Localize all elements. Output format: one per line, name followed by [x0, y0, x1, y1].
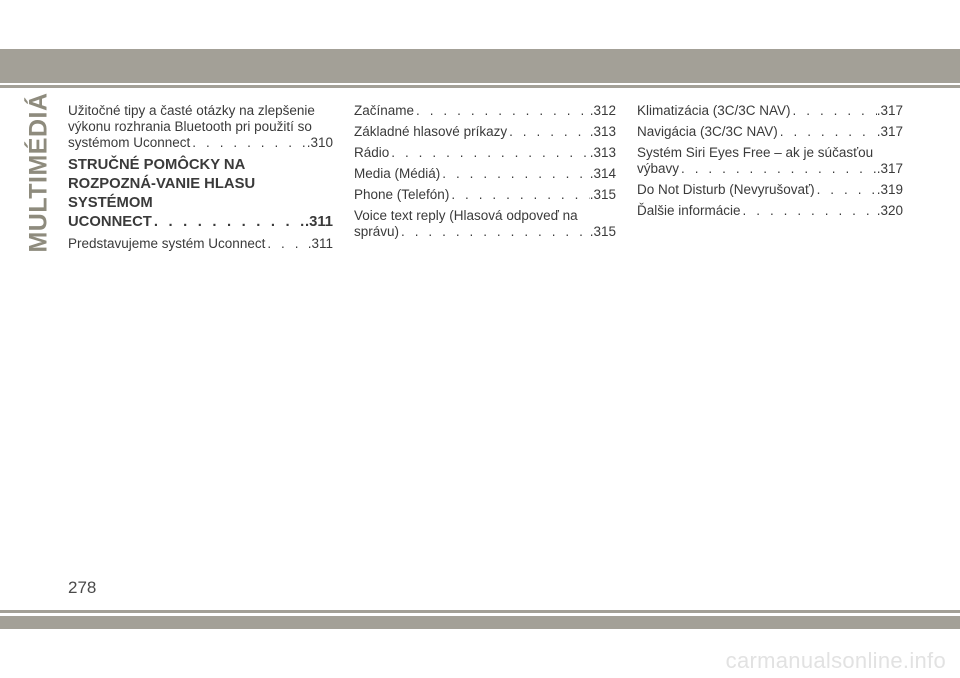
toc-entry-final-line: Navigácia (3C/3C NAV) . . . . . . . . . … [637, 124, 903, 140]
toc-entry-title-line: Užitočné tipy a časté otázky na zlepšeni… [68, 103, 315, 118]
toc-entry-final-line: Media (Médiá) . . . . . . . . . . . . . … [354, 166, 616, 182]
toc-entry-final-line: Phone (Telefón) . . . . . . . . . . . . … [354, 187, 616, 203]
toc-entry-title: Navigácia (3C/3C NAV) [637, 124, 778, 139]
toc-dot-leader: . . . . . . . . . . . . . . . . . . . . … [192, 135, 306, 150]
toc-entry-final-line: správu) . . . . . . . . . . . . . . . . … [354, 224, 616, 240]
toc-entry[interactable]: Media (Médiá) . . . . . . . . . . . . . … [354, 166, 616, 182]
section-side-tab-label: MULTIMÉDIÁ [24, 91, 53, 253]
toc-dot-leader: . . . . . . . . . . . . . . . . . . . . … [792, 103, 877, 118]
toc-dot-leader: . . . . . . . . . . . . . . . . . . . . … [816, 182, 877, 197]
toc-dot-leader: . . . . . . . . . . . . . . . . . . . . … [742, 203, 877, 218]
header-band [0, 49, 960, 83]
toc-entry-title-line: výkonu rozhrania Bluetooth pri použití s… [68, 119, 312, 134]
toc-page-ref: .317 [876, 103, 903, 118]
toc-entry[interactable]: Užitočné tipy a časté otázky na zlepšeni… [68, 103, 333, 151]
toc-page-ref: .317 [876, 124, 903, 139]
toc-entry-title: systémom Uconnect [68, 135, 191, 150]
header-rule [0, 85, 960, 88]
toc-page-ref: .315 [589, 187, 616, 202]
toc-entry-title: Phone (Telefón) [354, 187, 450, 202]
footer-band [0, 616, 960, 629]
toc-entry-final-line: výbavy . . . . . . . . . . . . . . . . .… [637, 161, 903, 177]
toc-entry-title: výbavy [637, 161, 680, 176]
toc-dot-leader: . . . . . . . . . . . . . . . . . . . . … [779, 124, 877, 139]
toc-entry[interactable]: Phone (Telefón) . . . . . . . . . . . . … [354, 187, 616, 203]
toc-column-2: Začíname . . . . . . . . . . . . . . . .… [354, 103, 616, 245]
toc-dot-leader: . . . . . . . . . . . . . . . . . . . . … [681, 161, 877, 176]
toc-page-ref: .320 [876, 203, 903, 218]
toc-column-3: Klimatizácia (3C/3C NAV) . . . . . . . .… [637, 103, 903, 224]
toc-page-ref: .317 [876, 161, 903, 176]
toc-entry-final-line: Začíname . . . . . . . . . . . . . . . .… [354, 103, 616, 119]
toc-page-ref: .313 [589, 124, 616, 139]
toc-entry-final-line: Klimatizácia (3C/3C NAV) . . . . . . . .… [637, 103, 903, 119]
toc-entry[interactable]: Do Not Disturb (Nevyrušovať) . . . . . .… [637, 182, 903, 198]
toc-dot-leader: . . . . . . . . . . . . . . . . . . . . … [509, 124, 590, 139]
toc-dot-leader: . . . . . . . . . . . . . . . . . . . . … [442, 166, 589, 181]
footer-rule [0, 610, 960, 613]
toc-entry-final-line: Predstavujeme systém Uconnect . . . . . … [68, 236, 333, 252]
toc-page-ref: .314 [589, 166, 616, 181]
toc-entry[interactable]: Voice text reply (Hlasová odpoveď na sprá… [354, 208, 616, 240]
toc-page-ref: .315 [589, 224, 616, 239]
toc-entry[interactable]: Rádio . . . . . . . . . . . . . . . . . … [354, 145, 616, 161]
toc-dot-leader: . . . . . . . . . . . . . . . . . . . . … [401, 224, 590, 239]
toc-entry-final-line: Ďalšie informácie . . . . . . . . . . . … [637, 203, 903, 219]
toc-entry-final-line: Do Not Disturb (Nevyrušovať) . . . . . .… [637, 182, 903, 198]
toc-entry-final-line: UCONNECT . . . . . . . . . . . . . . . .… [68, 213, 333, 232]
toc-entry-title-line: Voice text reply (Hlasová odpoveď na [354, 208, 578, 223]
watermark: carmanualsonline.info [725, 648, 946, 673]
toc-page-ref: .311 [307, 236, 333, 251]
toc-entry-title: Predstavujeme systém Uconnect [68, 236, 266, 251]
toc-section-heading[interactable]: STRUČNÉ POMÔCKY NA ROZPOZNÁ-VANIE HLASU … [68, 156, 333, 232]
toc-dot-leader: . . . . . . . . . . . . . . . . . . . . … [416, 103, 590, 118]
toc-entry-title: Rádio [354, 145, 390, 160]
toc-dot-leader: . . . . . . . . . . . . . . . . . . . . … [451, 187, 589, 202]
toc-entry[interactable]: Klimatizácia (3C/3C NAV) . . . . . . . .… [637, 103, 903, 119]
toc-entry[interactable]: Systém Siri Eyes Free – ak je súčasťou vý… [637, 145, 903, 177]
toc-dot-leader: . . . . . . . . . . . . . . . . . . . . … [391, 145, 590, 160]
toc-entry-title: Media (Médiá) [354, 166, 441, 181]
toc-entry-final-line: Rádio . . . . . . . . . . . . . . . . . … [354, 145, 616, 161]
toc-page-ref: .312 [589, 103, 616, 118]
toc-entry-title: Klimatizácia (3C/3C NAV) [637, 103, 791, 118]
section-side-tab: MULTIMÉDIÁ [24, 92, 54, 252]
toc-entry-title: Základné hlasové príkazy [354, 124, 508, 139]
toc-entry-title: Ďalšie informácie [637, 203, 741, 218]
toc-dot-leader: . . . . . . . . . . . . . . . . . . . . … [267, 236, 307, 251]
toc-entry[interactable]: Predstavujeme systém Uconnect . . . . . … [68, 236, 333, 252]
page-number: 278 [68, 578, 97, 597]
toc-entry-title: UCONNECT [68, 214, 152, 230]
toc-entry[interactable]: Ďalšie informácie . . . . . . . . . . . … [637, 203, 903, 219]
toc-page-ref: .313 [589, 145, 616, 160]
toc-entry[interactable]: Základné hlasové príkazy . . . . . . . .… [354, 124, 616, 140]
toc-dot-leader: . . . . . . . . . . . . . . . . . . . . … [153, 214, 305, 230]
toc-entry-final-line: systémom Uconnect . . . . . . . . . . . … [68, 135, 333, 151]
toc-entry-title: správu) [354, 224, 400, 239]
toc-page-ref: .311 [305, 214, 333, 230]
toc-entry-title-line: Systém Siri Eyes Free – ak je súčasťou [637, 145, 874, 160]
toc-column-1: Užitočné tipy a časté otázky na zlepšeni… [68, 103, 333, 257]
toc-entry-final-line: Základné hlasové príkazy . . . . . . . .… [354, 124, 616, 140]
toc-entry[interactable]: Začíname . . . . . . . . . . . . . . . .… [354, 103, 616, 119]
toc-entry[interactable]: Navigácia (3C/3C NAV) . . . . . . . . . … [637, 124, 903, 140]
toc-page-ref: .310 [306, 135, 333, 150]
toc-entry-title: Začíname [354, 103, 415, 118]
toc-page-ref: .319 [876, 182, 903, 197]
toc-entry-title: Do Not Disturb (Nevyrušovať) [637, 182, 815, 197]
